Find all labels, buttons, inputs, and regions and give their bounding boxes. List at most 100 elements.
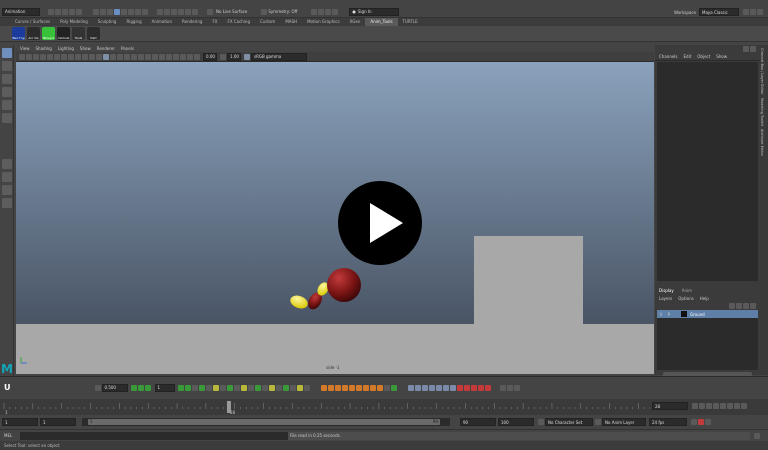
- tween-icon-17[interactable]: [289, 384, 296, 391]
- open-scene-icon[interactable]: [55, 8, 61, 15]
- channel-box-icon-1[interactable]: [743, 46, 749, 52]
- tween-icon-13[interactable]: [261, 384, 268, 391]
- curve-icon-1[interactable]: [320, 384, 327, 391]
- curve-icon-9[interactable]: [376, 384, 383, 391]
- layer-editor-tab[interactable]: Anim: [682, 288, 692, 293]
- scene-end-field[interactable]: 100: [498, 418, 534, 426]
- safe-title-icon[interactable]: [89, 53, 95, 60]
- channel-box-menu-item[interactable]: Show: [716, 54, 727, 59]
- pose-icon-6[interactable]: [442, 384, 449, 391]
- play-forwards-icon[interactable]: [720, 403, 726, 409]
- mask2-icon[interactable]: [128, 8, 134, 15]
- shelf-tab[interactable]: Animation: [147, 18, 177, 26]
- side-tab[interactable]: Attribute Editor: [760, 129, 764, 156]
- tween-icon-15[interactable]: [275, 384, 282, 391]
- tween-icon-16[interactable]: [282, 384, 289, 391]
- shelf-button[interactable]: mGhost: [57, 27, 70, 40]
- toggle-icon-3[interactable]: [757, 9, 763, 15]
- side-tab[interactable]: Channel Box / Layer Editor: [760, 48, 764, 95]
- pose-icon-4[interactable]: [428, 384, 435, 391]
- layout-outliner-icon[interactable]: [2, 198, 12, 208]
- shelf-tab[interactable]: Curves / Surfaces: [10, 18, 55, 26]
- xray-icon[interactable]: [173, 53, 179, 60]
- shelf-tab[interactable]: Custom: [255, 18, 280, 26]
- command-language-label[interactable]: MEL: [4, 433, 20, 438]
- select-camera-icon[interactable]: [19, 53, 25, 60]
- snap-curve-icon[interactable]: [164, 8, 170, 15]
- snap-point-icon[interactable]: [171, 8, 177, 15]
- step-back-frame-icon[interactable]: [706, 403, 712, 409]
- layer-list-area[interactable]: [657, 318, 758, 370]
- workspace-dropdown[interactable]: Maya Classic: [699, 8, 739, 16]
- anim-layer-dropdown[interactable]: No Anim Layer: [602, 418, 646, 426]
- xray-active-icon[interactable]: [180, 53, 186, 60]
- ipr-render-icon[interactable]: [318, 8, 325, 15]
- layer-editor-menu-item[interactable]: Help: [700, 296, 709, 301]
- gate-mask-icon[interactable]: [68, 53, 74, 60]
- tween-icon-3[interactable]: [191, 384, 198, 391]
- loop-icon[interactable]: [691, 419, 697, 425]
- symmetry-icon[interactable]: [261, 8, 268, 15]
- pose-icon-3[interactable]: [421, 384, 428, 391]
- hypershade-icon[interactable]: [332, 8, 339, 15]
- scene-start-field[interactable]: 1: [2, 418, 38, 426]
- object-mode-icon[interactable]: [100, 8, 106, 15]
- layer-editor-menu-item[interactable]: Options: [678, 296, 693, 301]
- shelf-tab[interactable]: Motion Graphics: [302, 18, 345, 26]
- layer-color-swatch[interactable]: [681, 311, 687, 317]
- safe-action-icon[interactable]: [82, 53, 88, 60]
- script-editor-icon[interactable]: [754, 432, 760, 439]
- rotate-tool-icon[interactable]: [2, 100, 12, 110]
- dof-icon[interactable]: [159, 53, 165, 60]
- layer-visibility-toggle[interactable]: V: [657, 312, 665, 317]
- toggle-icon-2[interactable]: [750, 9, 756, 15]
- bookmarks-icon[interactable]: [33, 53, 39, 60]
- shelf-button[interactable]: Arc Vis: [27, 27, 40, 40]
- shelf-tab[interactable]: Rigging: [121, 18, 146, 26]
- new-layer-icon[interactable]: [743, 303, 749, 309]
- layer-playback-toggle[interactable]: P: [665, 312, 673, 317]
- toggle-icon-1[interactable]: [743, 9, 749, 15]
- field-chart-icon[interactable]: [75, 53, 81, 60]
- step-back-key-icon[interactable]: [699, 403, 705, 409]
- key-tool-icon-2[interactable]: [137, 384, 144, 391]
- shelf-tab[interactable]: Rendering: [177, 18, 207, 26]
- tween-icon-7[interactable]: [219, 384, 226, 391]
- scale-tool-icon[interactable]: [2, 113, 12, 123]
- shelf-tab[interactable]: Poly Modeling: [55, 18, 93, 26]
- film-gate-icon[interactable]: [54, 53, 60, 60]
- channel-box-menu-item[interactable]: Object: [697, 54, 710, 59]
- delete-key-icon-4[interactable]: [477, 384, 484, 391]
- xray-joints-icon[interactable]: [187, 53, 193, 60]
- ssao-icon[interactable]: [138, 53, 144, 60]
- default-material-icon[interactable]: [110, 53, 116, 60]
- tween-icon-8[interactable]: [226, 384, 233, 391]
- mask-icon[interactable]: [121, 8, 127, 15]
- tween-icon-18[interactable]: [296, 384, 303, 391]
- menu-set-dropdown[interactable]: Animation: [2, 7, 40, 16]
- range-slider-bar[interactable]: 1 90: [88, 419, 440, 425]
- delete-key-icon[interactable]: [456, 384, 463, 391]
- symmetry-label[interactable]: Symmetry: Off: [268, 9, 297, 14]
- redo-icon[interactable]: [76, 8, 82, 15]
- shelf-tab[interactable]: TURTLE: [398, 18, 423, 26]
- textured-icon[interactable]: [117, 53, 123, 60]
- delete-key-icon-3[interactable]: [470, 384, 477, 391]
- viewport-menu-item[interactable]: View: [20, 46, 30, 51]
- channel-box-area[interactable]: [657, 62, 758, 281]
- current-frame-field[interactable]: 28: [652, 402, 688, 410]
- time-slider[interactable]: 1 28 28: [0, 399, 768, 415]
- playback-start-field[interactable]: 1: [40, 418, 76, 426]
- tween-icon-9[interactable]: [233, 384, 240, 391]
- viewport-panel[interactable]: side -1: [16, 62, 654, 374]
- curve-icon-7[interactable]: [362, 384, 369, 391]
- anim-frame-field[interactable]: 1: [154, 383, 175, 392]
- snap-surface-icon[interactable]: [185, 8, 191, 15]
- shadows-icon[interactable]: [131, 53, 137, 60]
- tween-icon-2[interactable]: [184, 384, 191, 391]
- component-mode-icon[interactable]: [107, 8, 113, 15]
- curve-icon-11[interactable]: [390, 384, 397, 391]
- select-by-type-icon[interactable]: [114, 8, 120, 15]
- tween-icon-1[interactable]: [177, 384, 184, 391]
- shelf-button[interactable]: Bez Tng: [12, 27, 25, 40]
